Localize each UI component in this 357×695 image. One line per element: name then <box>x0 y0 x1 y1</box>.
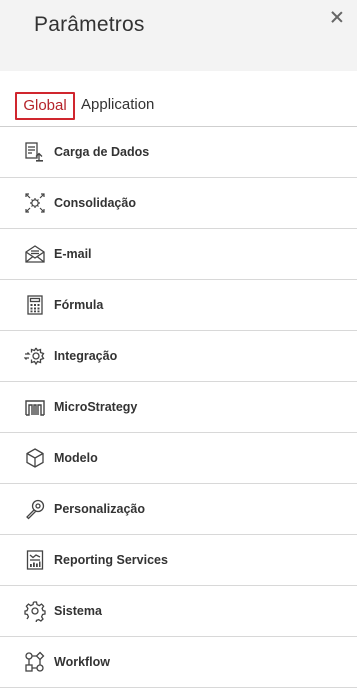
list-item-label: Consolidação <box>54 196 136 210</box>
list-item-carga-de-dados[interactable]: Carga de Dados <box>0 127 357 178</box>
wrench-icon <box>24 498 46 520</box>
list-item-workflow[interactable]: Workflow <box>0 637 357 688</box>
dialog-header: Parâmetros <box>0 0 357 71</box>
cube-icon <box>24 447 46 469</box>
list-item-email[interactable]: E-mail <box>0 229 357 280</box>
integration-gear-icon <box>24 345 46 367</box>
microstrategy-icon <box>24 396 46 418</box>
list-item-label: E-mail <box>54 247 92 261</box>
list-item-integracao[interactable]: Integração <box>0 331 357 382</box>
list-item-label: Personalização <box>54 502 146 516</box>
calculator-icon <box>24 294 46 316</box>
list-item-consolidacao[interactable]: Consolidação <box>0 178 357 229</box>
list-item-label: Workflow <box>54 655 111 669</box>
email-icon <box>24 243 46 265</box>
gear-icon <box>24 600 46 622</box>
list-item-sistema[interactable]: Sistema <box>0 586 357 637</box>
tab-bar: Global Application <box>0 71 357 127</box>
close-icon[interactable] <box>329 9 345 25</box>
tab-application[interactable]: Application <box>81 92 154 120</box>
report-icon <box>24 549 46 571</box>
page-title: Parâmetros <box>34 13 145 36</box>
list-item-microstrategy[interactable]: MicroStrategy <box>0 382 357 433</box>
list-item-modelo[interactable]: Modelo <box>0 433 357 484</box>
data-load-icon <box>24 141 46 163</box>
list-item-label: Carga de Dados <box>54 145 150 159</box>
list-item-personalizacao[interactable]: Personalização <box>0 484 357 535</box>
tab-global[interactable]: Global <box>15 92 75 120</box>
list-item-reporting-services[interactable]: Reporting Services <box>0 535 357 586</box>
list-item-label: Fórmula <box>54 298 104 312</box>
list-item-label: MicroStrategy <box>54 400 138 414</box>
parameters-list: Carga de Dados Consolidação E-mail Fórmu… <box>0 127 357 688</box>
list-item-label: Modelo <box>54 451 98 465</box>
list-item-label: Reporting Services <box>54 553 168 567</box>
list-item-label: Sistema <box>54 604 102 618</box>
list-item-formula[interactable]: Fórmula <box>0 280 357 331</box>
list-item-label: Integração <box>54 349 118 363</box>
workflow-icon <box>24 651 46 673</box>
parameters-panel: Global Application Carga de Dados Consol… <box>0 71 357 695</box>
consolidation-icon <box>24 192 46 214</box>
